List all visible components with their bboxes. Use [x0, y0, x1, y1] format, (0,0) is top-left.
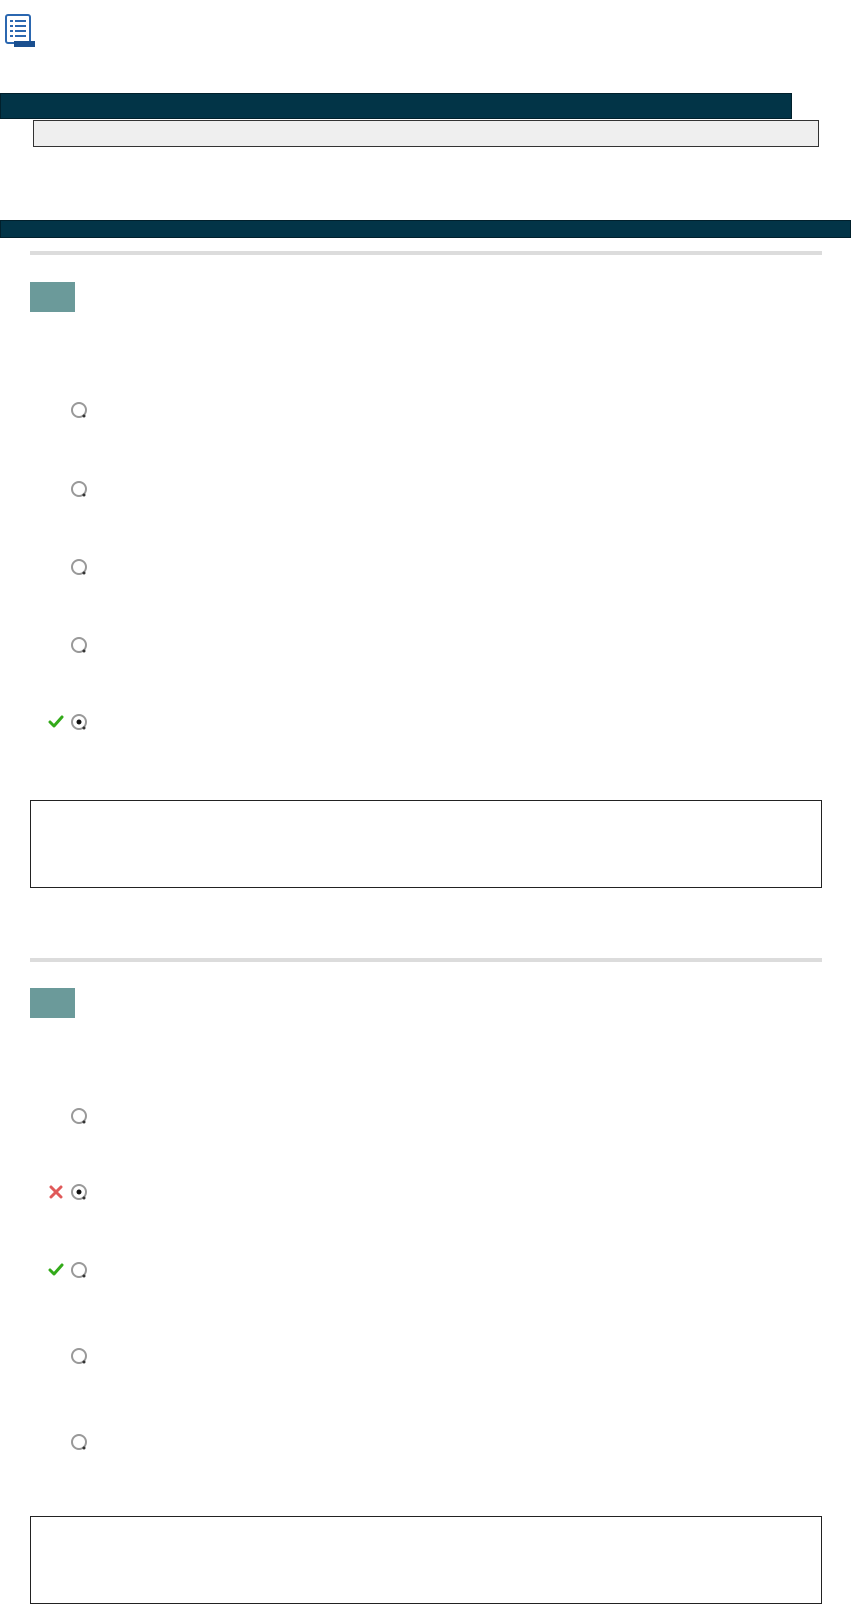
question-separator [30, 251, 822, 255]
mark-slot [44, 478, 68, 500]
answer-option[interactable] [44, 1258, 804, 1282]
radio-unchecked-icon[interactable] [70, 636, 88, 654]
section-header-bar [0, 220, 851, 238]
answer-option[interactable] [44, 477, 804, 501]
mark-slot [44, 634, 68, 656]
radio-unchecked-icon[interactable] [70, 1107, 88, 1125]
mark-slot [44, 1345, 68, 1367]
question-number [30, 282, 75, 312]
radio-checked-icon[interactable] [70, 713, 88, 731]
question-separator [30, 958, 822, 962]
radio-unchecked-icon[interactable] [70, 1433, 88, 1451]
document-list-icon [5, 14, 36, 48]
answer-option[interactable] [44, 555, 804, 579]
radio-checked-icon[interactable] [70, 1183, 88, 1201]
mark-slot [44, 1431, 68, 1453]
answer-option[interactable] [44, 1104, 804, 1128]
header-bar [0, 93, 792, 119]
radio-unchecked-icon[interactable] [70, 480, 88, 498]
mark-slot [44, 399, 68, 421]
feedback-box [30, 1516, 822, 1604]
mark-slot [44, 556, 68, 578]
feedback-box [30, 800, 822, 888]
radio-unchecked-icon[interactable] [70, 558, 88, 576]
answer-option[interactable] [44, 1430, 804, 1454]
answer-option[interactable] [44, 633, 804, 657]
question-number [30, 988, 75, 1018]
check-icon [44, 711, 68, 733]
check-icon [44, 1259, 68, 1281]
cross-icon [44, 1181, 68, 1203]
subheader-bar [33, 120, 819, 147]
answer-option[interactable] [44, 398, 804, 422]
answer-option-selected[interactable] [44, 1180, 804, 1204]
radio-unchecked-icon[interactable] [70, 1261, 88, 1279]
radio-unchecked-icon[interactable] [70, 401, 88, 419]
answer-option[interactable] [44, 1344, 804, 1368]
radio-unchecked-icon[interactable] [70, 1347, 88, 1365]
answer-option-selected[interactable] [44, 710, 804, 734]
mark-slot [44, 1105, 68, 1127]
